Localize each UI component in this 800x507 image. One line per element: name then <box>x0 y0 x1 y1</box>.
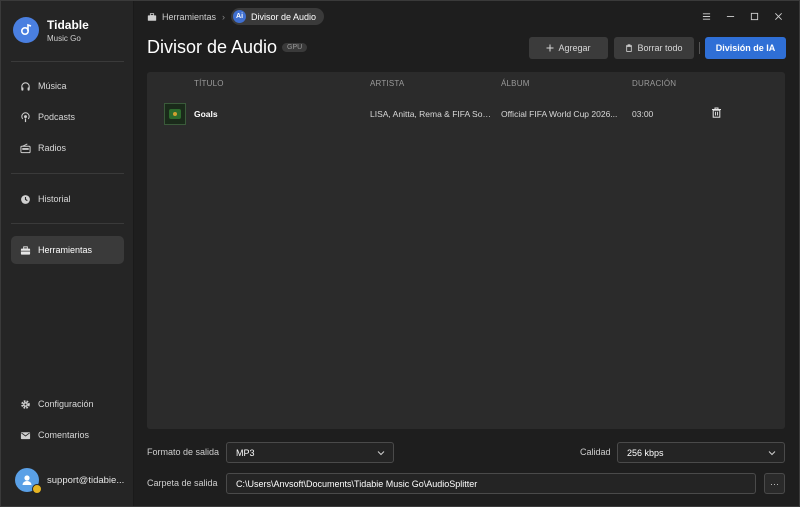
page-title: Divisor de Audio <box>147 37 278 57</box>
breadcrumb-home[interactable]: Herramientas <box>147 12 216 22</box>
brand-logo-icon <box>13 17 39 43</box>
output-format-value: MP3 <box>236 447 255 458</box>
add-button-label: Agregar <box>558 43 591 53</box>
output-format-select[interactable]: MP3 <box>226 442 394 463</box>
chevron-down-icon <box>377 451 385 456</box>
table-row[interactable]: Goals LISA, Anitta, Rema & FIFA Sou... O… <box>147 101 785 127</box>
add-button[interactable]: Agregar <box>529 37 608 59</box>
sidebar-item-podcasts[interactable]: Podcasts <box>11 103 124 131</box>
clear-all-button[interactable]: Borrar todo <box>614 37 694 59</box>
track-artist: LISA, Anitta, Rema & FIFA Sou... <box>370 109 494 119</box>
trash-icon <box>626 44 633 52</box>
ai-split-button-label: División de IA <box>715 43 776 53</box>
ai-split-button[interactable]: División de IA <box>705 37 786 59</box>
app-window: Tidable Music Go Música Podcasts Radios … <box>0 0 800 507</box>
headphones-icon <box>21 81 30 91</box>
podcast-icon <box>21 111 30 122</box>
premium-badge-icon <box>32 484 42 494</box>
minimize-icon <box>726 15 734 17</box>
sidebar-divider <box>11 223 124 224</box>
radio-icon <box>20 143 31 153</box>
brand: Tidable Music Go <box>13 17 89 43</box>
sidebar-item-label: Configuración <box>38 399 94 409</box>
sidebar-item-label: Comentarios <box>38 430 90 440</box>
sidebar-item-historial[interactable]: Historial <box>11 185 124 213</box>
toolbox-icon <box>147 12 157 21</box>
gpu-badge: GPU <box>282 43 308 52</box>
track-album: Official FIFA World Cup 2026... <box>501 109 618 119</box>
account[interactable]: support@tidabie... <box>15 468 127 494</box>
sidebar-item-radios[interactable]: Radios <box>11 134 124 162</box>
quality-select[interactable]: 256 kbps <box>617 442 785 463</box>
album-cover <box>164 103 186 125</box>
minimize-button[interactable] <box>719 9 741 23</box>
maximize-icon <box>750 12 758 20</box>
mail-icon <box>20 431 31 439</box>
maximize-button[interactable] <box>743 9 765 23</box>
breadcrumb-current-label: Divisor de Audio <box>251 11 317 22</box>
breadcrumb-separator: › <box>222 11 226 22</box>
sidebar-item-label: Historial <box>38 194 71 204</box>
sidebar-item-configuracion[interactable]: Configuración <box>11 390 124 418</box>
delete-icon[interactable] <box>711 107 722 118</box>
column-header-duration: DURACIÓN <box>632 79 677 88</box>
clock-icon <box>21 194 30 204</box>
sidebar-item-label: Podcasts <box>38 112 76 122</box>
output-folder-input[interactable]: C:\Users\Anvsoft\Documents\Tidabie Music… <box>226 473 756 494</box>
close-icon <box>774 12 782 20</box>
toolbox-icon <box>20 245 31 255</box>
sidebar-divider <box>11 61 124 62</box>
column-header-artist: ARTISTA <box>370 79 405 88</box>
chevron-down-icon <box>768 451 776 456</box>
sidebar-divider <box>11 173 124 174</box>
output-format-label: Formato de salida <box>147 447 220 457</box>
more-icon: ··· <box>770 478 779 489</box>
brand-subtitle: Music Go <box>47 33 81 43</box>
main-area: Herramientas › Ai Divisor de Audio Divis… <box>135 1 799 506</box>
avatar <box>15 468 42 494</box>
sidebar-item-comentarios[interactable]: Comentarios <box>11 421 124 449</box>
account-email: support@tidabie... <box>47 474 125 486</box>
breadcrumb-current: Ai Divisor de Audio <box>231 8 325 25</box>
gear-icon <box>21 399 30 409</box>
breadcrumb-home-label: Herramientas <box>162 11 217 22</box>
track-title: Goals <box>194 109 218 119</box>
plus-icon <box>546 44 554 52</box>
track-table: TÍTULO ARTISTA ÁLBUM DURACIÓN Goals LISA… <box>147 72 785 429</box>
browse-folder-button[interactable]: ··· <box>764 473 785 494</box>
track-duration: 03:00 <box>632 109 654 119</box>
brand-name: Tidable <box>47 17 89 32</box>
user-icon <box>22 475 32 485</box>
output-folder-label: Carpeta de salida <box>147 478 218 488</box>
sidebar-item-label: Herramientas <box>38 245 93 255</box>
breadcrumb: Herramientas › Ai Divisor de Audio <box>147 8 325 25</box>
toolbar-divider <box>699 42 700 54</box>
column-header-album: ÁLBUM <box>501 79 530 88</box>
clear-all-button-label: Borrar todo <box>637 43 683 53</box>
sidebar-item-label: Música <box>38 81 67 91</box>
sidebar: Tidable Music Go Música Podcasts Radios … <box>1 1 134 506</box>
sidebar-item-musica[interactable]: Música <box>11 72 124 100</box>
menu-icon <box>702 12 710 20</box>
close-button[interactable] <box>767 9 789 23</box>
output-folder-value: C:\Users\Anvsoft\Documents\Tidabie Music… <box>236 478 478 489</box>
ai-icon: Ai <box>233 10 247 23</box>
menu-button[interactable] <box>695 9 717 23</box>
quality-value: 256 kbps <box>627 447 664 458</box>
sidebar-item-label: Radios <box>38 143 67 153</box>
quality-label: Calidad <box>580 447 611 457</box>
sidebar-item-herramientas[interactable]: Herramientas <box>11 236 124 264</box>
window-controls <box>693 9 789 23</box>
column-header-title: TÍTULO <box>194 79 224 88</box>
